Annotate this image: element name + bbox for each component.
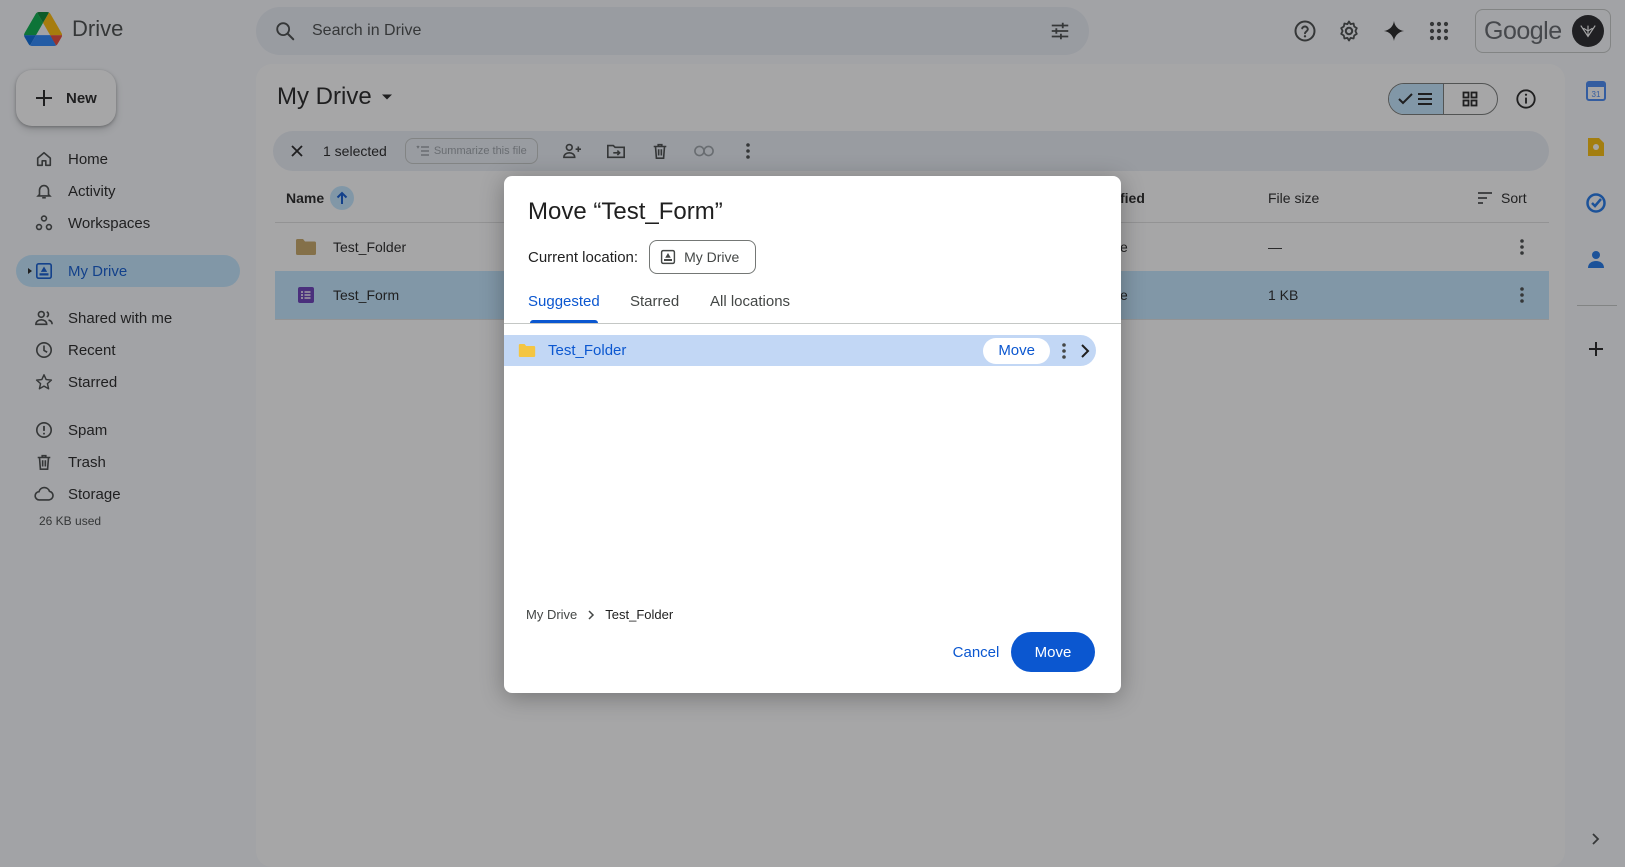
- breadcrumb: My Drive Test_Folder: [526, 607, 673, 622]
- tab-divider: [504, 323, 1121, 324]
- tab-starred[interactable]: Starred: [630, 293, 679, 310]
- current-location-label: Current location:: [528, 248, 639, 266]
- tab-suggested[interactable]: Suggested: [528, 293, 600, 310]
- current-location: Current location: My Drive: [528, 240, 757, 274]
- open-folder-chevron-icon[interactable]: [1080, 343, 1090, 359]
- tab-all-locations[interactable]: All locations: [710, 293, 790, 310]
- location-item[interactable]: Test_Folder Move: [504, 335, 1096, 366]
- drive-icon: [660, 249, 676, 265]
- breadcrumb-item[interactable]: My Drive: [526, 607, 577, 622]
- location-more-icon[interactable]: [1062, 342, 1066, 359]
- location-move-button[interactable]: Move: [983, 337, 1050, 364]
- move-dialog: Move “Test_Form” Current location: My Dr…: [504, 176, 1121, 693]
- current-location-chip[interactable]: My Drive: [649, 240, 757, 274]
- move-button[interactable]: Move: [1011, 632, 1095, 672]
- location-name: Test_Folder: [548, 342, 627, 359]
- chevron-right-icon: [588, 609, 595, 620]
- cancel-button[interactable]: Cancel: [943, 632, 1009, 672]
- dialog-title: Move “Test_Form”: [528, 198, 723, 225]
- current-location-value: My Drive: [684, 249, 740, 265]
- folder-icon: [518, 343, 536, 358]
- breadcrumb-current: Test_Folder: [605, 607, 674, 622]
